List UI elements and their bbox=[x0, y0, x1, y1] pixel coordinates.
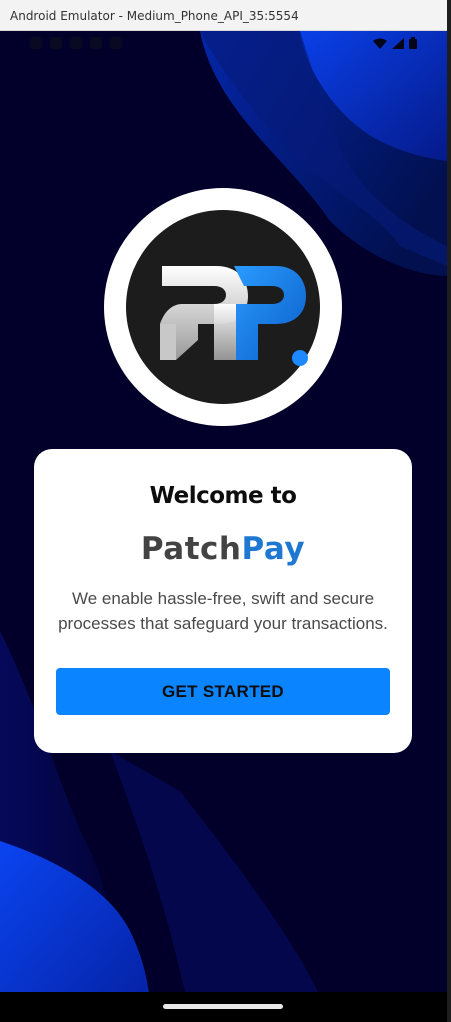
brand-name-pay: Pay bbox=[241, 531, 306, 567]
patchpay-logo-icon bbox=[160, 266, 308, 366]
notification-icon bbox=[110, 37, 122, 49]
notification-icons bbox=[30, 37, 122, 49]
welcome-card: Welcome to PatchPay We enable hassle-fre… bbox=[34, 449, 412, 753]
notification-icon bbox=[90, 37, 102, 49]
system-icons bbox=[373, 37, 417, 49]
signal-icon bbox=[392, 37, 404, 49]
background-window-edge bbox=[447, 31, 451, 1022]
navigation-bar bbox=[0, 992, 447, 1022]
battery-icon bbox=[409, 37, 417, 49]
brand-name: PatchPay bbox=[34, 531, 412, 567]
status-bar bbox=[0, 31, 447, 57]
app-logo bbox=[104, 188, 342, 426]
notification-icon bbox=[50, 37, 62, 49]
welcome-description: We enable hassle-free, swift and secure … bbox=[58, 589, 388, 633]
home-gesture-handle[interactable] bbox=[163, 1004, 283, 1009]
notification-icon bbox=[30, 37, 42, 49]
brand-name-patch: Patch bbox=[140, 531, 242, 567]
welcome-heading: Welcome to bbox=[149, 483, 297, 509]
logo-inner-circle bbox=[126, 210, 320, 404]
notification-icon bbox=[70, 37, 82, 49]
wifi-icon bbox=[373, 38, 387, 49]
emulator-window-title: Android Emulator - Medium_Phone_API_35:5… bbox=[0, 0, 447, 31]
phone-screen: Welcome to PatchPay We enable hassle-fre… bbox=[0, 31, 447, 1022]
get-started-button[interactable]: GET STARTED bbox=[56, 668, 390, 715]
